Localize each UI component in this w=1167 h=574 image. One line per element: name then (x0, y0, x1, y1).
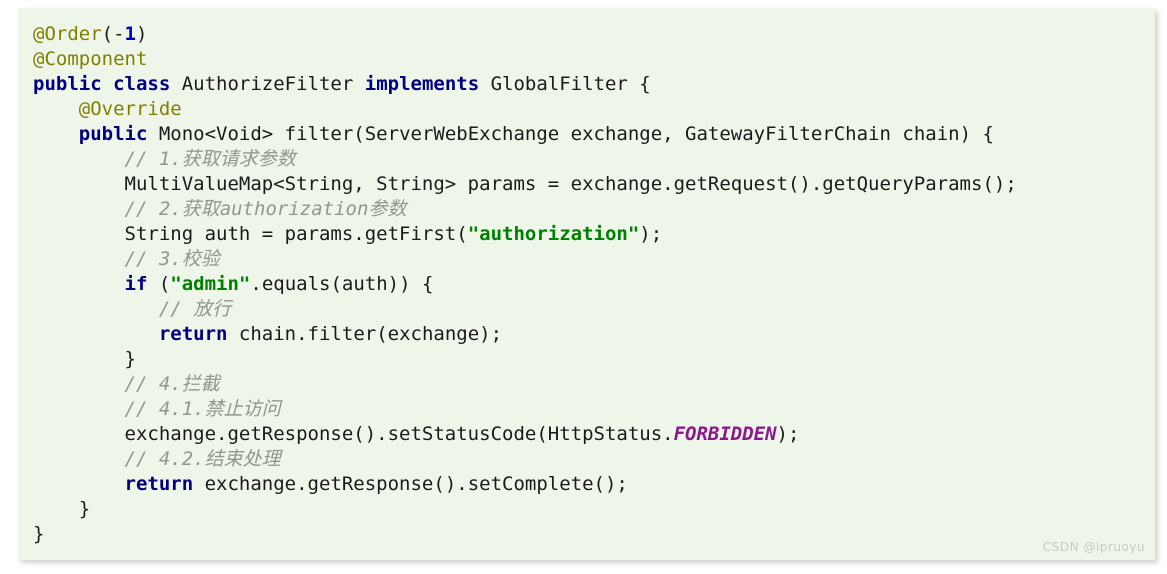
code-token-plain: String auth = params.getFirst( (124, 223, 468, 245)
code-token-comment: // 放行 (158, 298, 232, 320)
code-token-keyword: implements (364, 73, 480, 95)
code-token-comment: // 4.1.禁止访问 (124, 398, 281, 420)
code-token-constant: FORBIDDEN (673, 423, 777, 445)
code-token-comment: // 4.拦截 (124, 373, 220, 395)
code-token-plain: exchange.getResponse().setStatusCode(Htt… (124, 423, 674, 445)
code-token-plain: ); (776, 423, 800, 445)
code-token-annotation: @Override (78, 98, 182, 120)
code-token-comment: // 1.获取请求参数 (124, 148, 296, 170)
code-token-comment: // 4.2.结束处理 (124, 448, 281, 470)
code-token-plain: chain.filter(exchange); (227, 323, 503, 345)
code-line: // 2.获取authorization参数 (33, 197, 1155, 222)
code-line: // 4.1.禁止访问 (33, 397, 1155, 422)
code-line: // 4.2.结束处理 (33, 447, 1155, 472)
code-token-plain: exchange.getResponse().setComplete(); (193, 473, 628, 495)
code-token-annotation: @Order (33, 23, 102, 45)
code-token-keyword: return (124, 473, 194, 495)
code-token-keyword: if (124, 273, 148, 295)
code-token-plain: } (33, 523, 45, 545)
code-line: @Component (33, 47, 1155, 72)
code-listing[interactable]: @Order(-1) @Component public class Authori… (18, 22, 1155, 547)
code-line: String auth = params.getFirst("authoriza… (33, 222, 1155, 247)
code-token-plain: GlobalFilter { (479, 73, 651, 95)
code-line: public class AuthorizeFilter implements … (33, 72, 1155, 97)
code-line: // 3.校验 (33, 247, 1155, 272)
code-token-keyword: public class (33, 73, 171, 95)
code-token-plain: } (124, 348, 136, 370)
watermark: CSDN @lpruoyu (1042, 540, 1145, 554)
code-token-comment: // 3.校验 (124, 248, 220, 270)
code-line: // 放行 (33, 297, 1155, 322)
code-token-keyword: return (158, 323, 228, 345)
code-token-keyword: public (78, 123, 148, 145)
code-line: // 1.获取请求参数 (33, 147, 1155, 172)
code-line: if ("admin".equals(auth)) { (33, 272, 1155, 297)
code-line: return chain.filter(exchange); (33, 322, 1155, 347)
code-line: @Order(-1) (33, 22, 1155, 47)
code-token-comment: // 2.获取authorization参数 (124, 198, 407, 220)
code-token-number: 1 (124, 23, 136, 45)
code-line: } (33, 497, 1155, 522)
code-line: exchange.getResponse().setStatusCode(Htt… (33, 422, 1155, 447)
code-token-plain: .equals(auth)) { (250, 273, 434, 295)
code-line: MultiValueMap<String, String> params = e… (33, 172, 1155, 197)
code-token-annotation: @Component (33, 48, 148, 70)
code-line: } (33, 522, 1155, 547)
code-token-plain: } (78, 498, 91, 520)
code-token-plain: MultiValueMap<String, String> params = e… (124, 173, 1017, 195)
code-line: public Mono<Void> filter(ServerWebExchan… (33, 122, 1155, 147)
code-token-plain: ); (639, 223, 663, 245)
code-token-plain: ( (147, 273, 171, 295)
code-line: // 4.拦截 (33, 372, 1155, 397)
code-block: @Order(-1) @Component public class Authori… (18, 8, 1155, 560)
code-token-string: "admin" (170, 273, 251, 295)
code-line: return exchange.getResponse().setComplet… (33, 472, 1155, 497)
code-token-plain: (- (101, 23, 125, 45)
code-token-plain: AuthorizeFilter (170, 73, 365, 95)
code-line: @Override (33, 97, 1155, 122)
code-token-string: "authorization" (467, 223, 640, 245)
code-token-plain: ) (135, 23, 148, 45)
code-token-plain: Mono<Void> filter(ServerWebExchange exch… (147, 123, 994, 145)
code-line: } (33, 347, 1155, 372)
